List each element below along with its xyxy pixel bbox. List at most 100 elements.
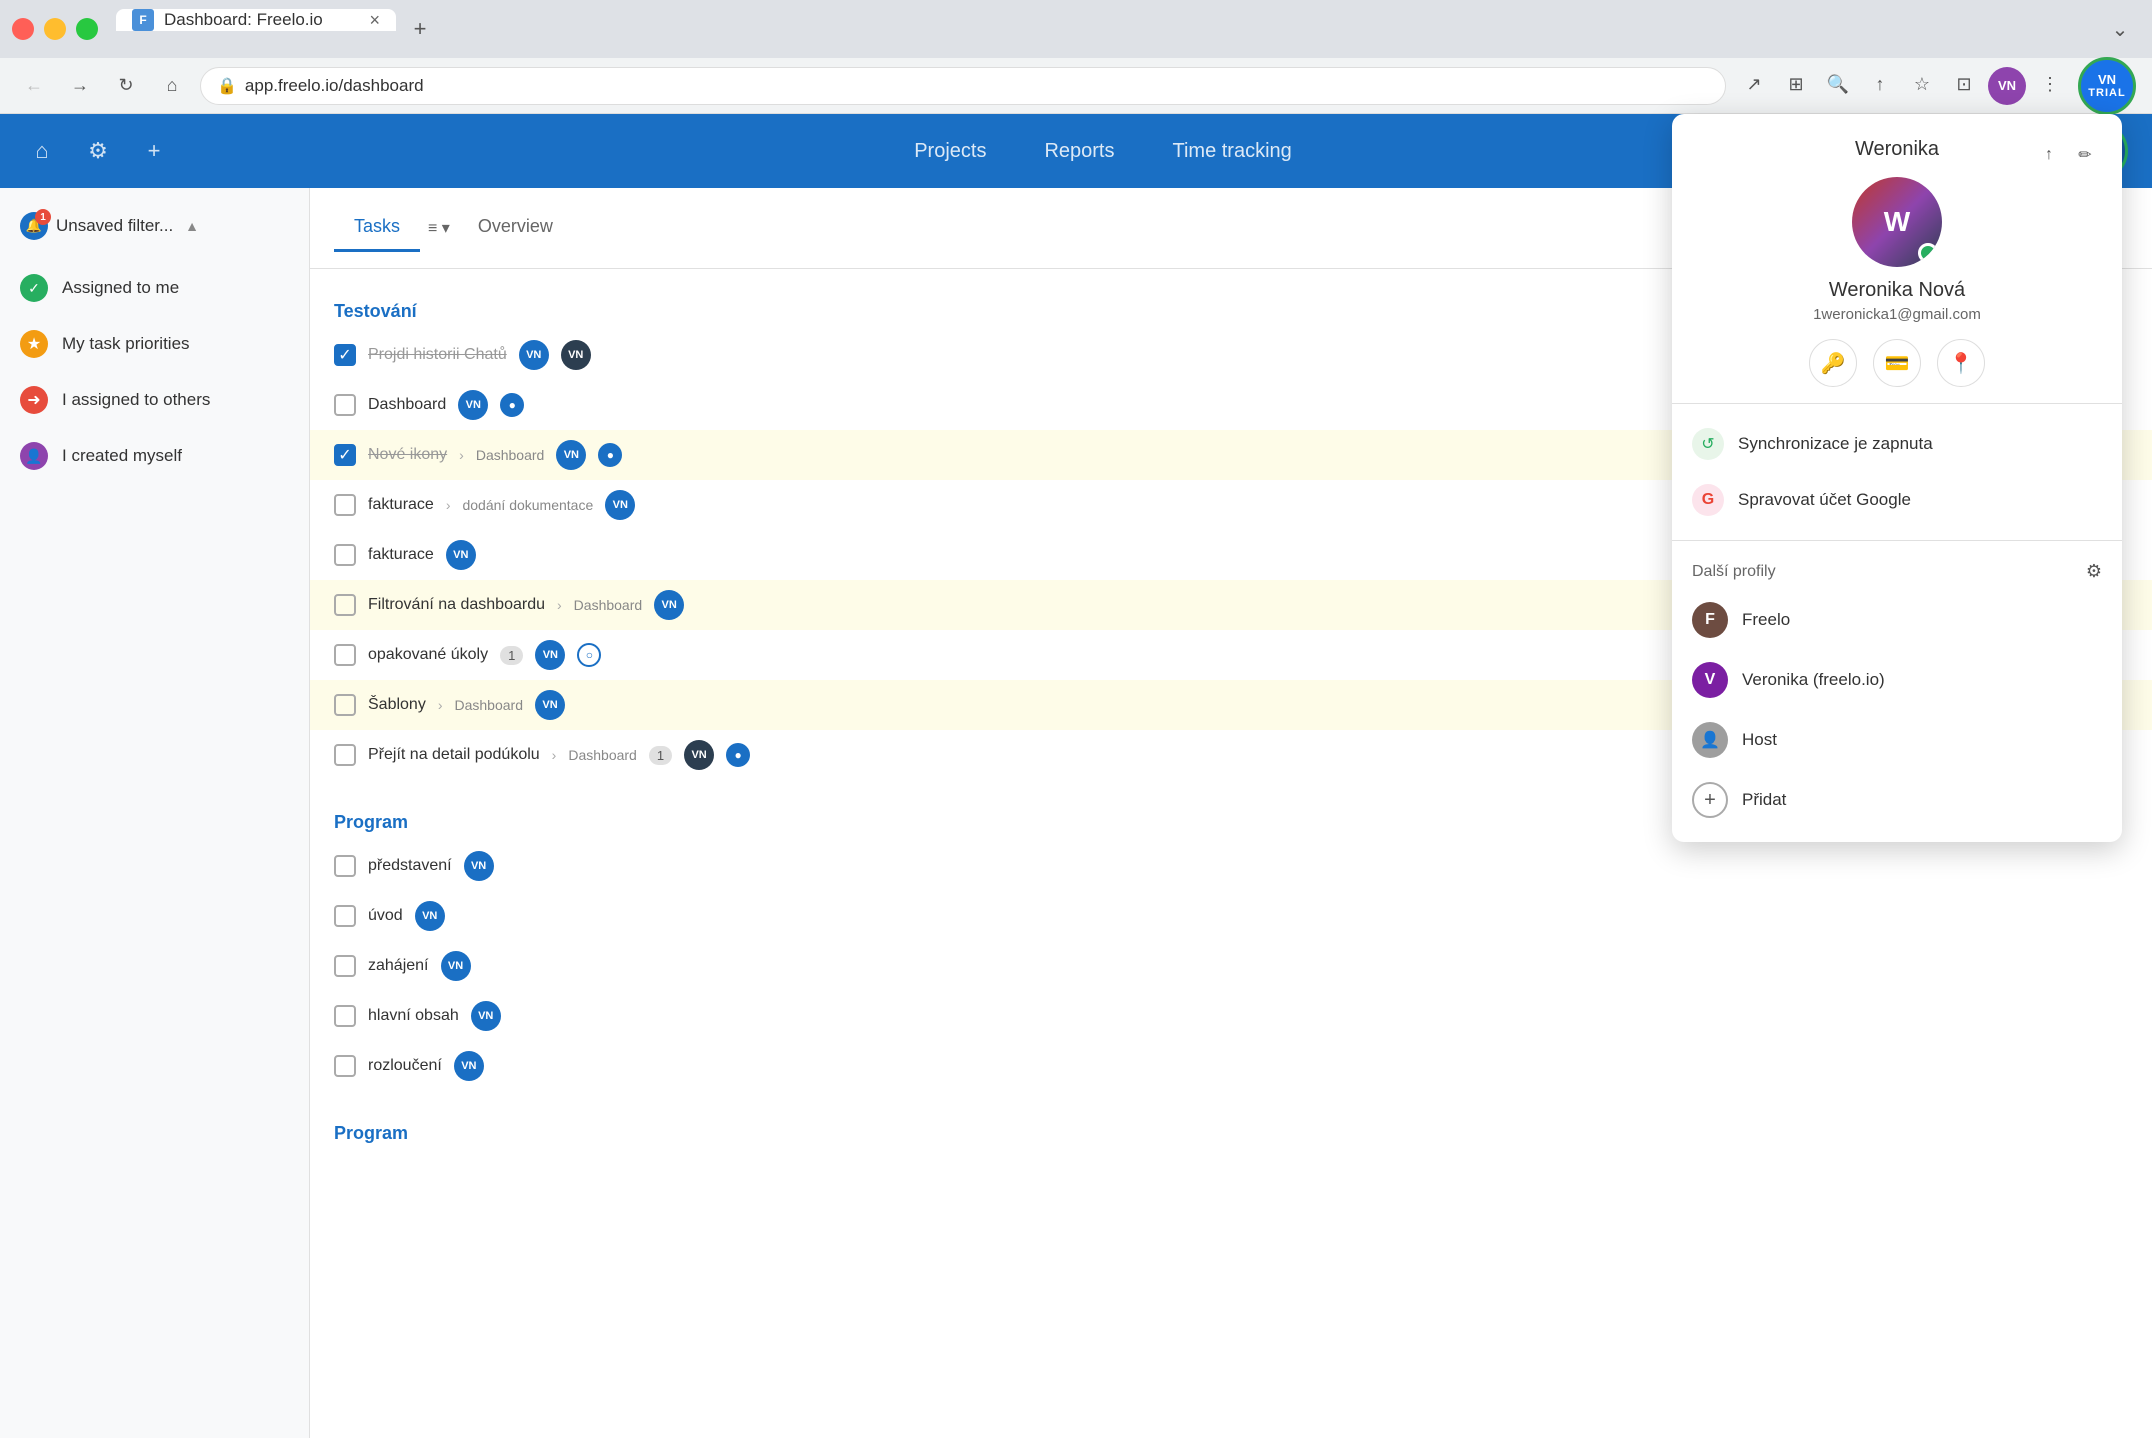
- profile-action-icons: 🔑 💳 📍: [1696, 339, 2098, 387]
- avatar-chip: VN: [535, 640, 565, 670]
- notification-bell[interactable]: 🔔 1: [20, 212, 48, 240]
- google-account-menu-item[interactable]: G Spravovat účet Google: [1672, 472, 2122, 528]
- active-tab[interactable]: F Dashboard: Freelo.io ×: [116, 9, 396, 31]
- i-created-myself-label: I created myself: [62, 446, 182, 466]
- profile-key-button[interactable]: 🔑: [1809, 339, 1857, 387]
- sidebar-item-i-created-myself[interactable]: 👤 I created myself: [0, 428, 309, 484]
- task-name: Nové ikony: [368, 446, 447, 464]
- nav-home-icon[interactable]: ⌂: [24, 133, 60, 169]
- traffic-lights: [12, 18, 98, 40]
- profile-edit-button[interactable]: ✏: [2068, 138, 2102, 172]
- search-button[interactable]: 🔍: [1820, 67, 1856, 103]
- nav-projects[interactable]: Projects: [910, 132, 990, 171]
- task-checkbox[interactable]: [334, 955, 356, 977]
- toolbar-actions: ↗ ⊞ 🔍 ↑ ☆ ⊡ VN ⋮: [1736, 67, 2068, 105]
- task-checkbox[interactable]: [334, 594, 356, 616]
- more-options-button[interactable]: ⋮: [2032, 67, 2068, 103]
- avatar-chip: VN: [446, 540, 476, 570]
- translate-button[interactable]: ⊞: [1778, 67, 1814, 103]
- assigned-to-me-dot: ✓: [20, 274, 48, 302]
- bookmark-button[interactable]: ☆: [1904, 67, 1940, 103]
- tab-tasks[interactable]: Tasks: [334, 204, 420, 252]
- minimize-window-button[interactable]: [44, 18, 66, 40]
- tab-close-button[interactable]: ×: [369, 10, 380, 31]
- task-checkbox[interactable]: [334, 855, 356, 877]
- share-button[interactable]: ↑: [1862, 67, 1898, 103]
- nav-settings-icon[interactable]: ⚙: [80, 133, 116, 169]
- home-button[interactable]: ⌂: [154, 68, 190, 104]
- profile-share-button[interactable]: ↑: [2032, 138, 2066, 172]
- profile-avatar-large[interactable]: W: [1852, 177, 1942, 267]
- nav-add-icon[interactable]: +: [136, 133, 172, 169]
- tasks-filter-icon[interactable]: ≡ ▾: [420, 204, 458, 252]
- close-window-button[interactable]: [12, 18, 34, 40]
- task-checkbox[interactable]: [334, 494, 356, 516]
- avatar-chip: VN: [464, 851, 494, 881]
- sidebar-item-i-assigned-to-others[interactable]: ➜ I assigned to others: [0, 372, 309, 428]
- sidebar-filter-header[interactable]: 🔔 1 Unsaved filter... ▲: [0, 204, 309, 248]
- task-checkbox[interactable]: ✓: [334, 444, 356, 466]
- sidebar-button[interactable]: ⊡: [1946, 67, 1982, 103]
- task-checkbox[interactable]: [334, 544, 356, 566]
- task-item: představení VN: [310, 841, 2152, 891]
- assigned-to-me-label: Assigned to me: [62, 278, 179, 298]
- task-breadcrumb: Dashboard: [568, 747, 637, 763]
- avatar-chip: VN: [441, 951, 471, 981]
- nav-time-tracking[interactable]: Time tracking: [1168, 132, 1295, 171]
- freelo-avatar: F: [1692, 602, 1728, 638]
- nav-reports[interactable]: Reports: [1040, 132, 1118, 171]
- tab-bar: F Dashboard: Freelo.io × +: [116, 9, 2092, 49]
- profile-user-veronika[interactable]: V Veronika (freelo.io): [1672, 650, 2122, 710]
- task-name: Dashboard: [368, 396, 446, 414]
- maximize-window-button[interactable]: [76, 18, 98, 40]
- avatar-chip: VN: [605, 490, 635, 520]
- external-link-button[interactable]: ↗: [1736, 67, 1772, 103]
- forward-button[interactable]: →: [62, 68, 98, 104]
- task-checkbox[interactable]: ✓: [334, 344, 356, 366]
- task-checkbox[interactable]: [334, 744, 356, 766]
- sync-label: Synchronizace je zapnuta: [1738, 434, 1933, 454]
- profile-user-freelo[interactable]: F Freelo: [1672, 590, 2122, 650]
- task-checkbox[interactable]: [334, 694, 356, 716]
- task-item: hlavní obsah VN: [310, 991, 2152, 1041]
- trial-badge[interactable]: VN TRIAL: [2078, 57, 2136, 115]
- new-tab-button[interactable]: +: [400, 9, 440, 49]
- tab-overview[interactable]: Overview: [458, 204, 573, 252]
- task-count-badge: 1: [649, 746, 672, 765]
- browser-menu-button[interactable]: ⌄: [2100, 17, 2140, 42]
- task-name: rozloučení: [368, 1057, 442, 1075]
- address-bar[interactable]: 🔒 app.freelo.io/dashboard: [200, 67, 1726, 105]
- profiles-header: Další profily ⚙: [1672, 553, 2122, 590]
- task-checkbox[interactable]: [334, 394, 356, 416]
- reload-button[interactable]: ↻: [108, 68, 144, 104]
- sync-icon: ↺: [1692, 428, 1724, 460]
- task-breadcrumb: Dashboard: [455, 697, 524, 713]
- add-profile-item[interactable]: + Přidat: [1672, 770, 2122, 830]
- sync-menu-item[interactable]: ↺ Synchronizace je zapnuta: [1672, 416, 2122, 472]
- task-name: Šablony: [368, 696, 426, 714]
- task-checkbox[interactable]: [334, 1005, 356, 1027]
- profiles-settings-icon[interactable]: ⚙: [2086, 561, 2102, 582]
- sidebar-item-my-task-priorities[interactable]: ★ My task priorities: [0, 316, 309, 372]
- profile-dropdown: Weronika ✏ ↑ W Weronika Nová 1weronicka1…: [1672, 114, 2122, 842]
- task-name: opakované úkoly: [368, 646, 488, 664]
- avatar-chip: VN: [519, 340, 549, 370]
- profile-location-button[interactable]: 📍: [1937, 339, 1985, 387]
- avatar-chip: VN: [654, 590, 684, 620]
- browser-titlebar: F Dashboard: Freelo.io × + ⌄: [0, 0, 2152, 58]
- task-checkbox[interactable]: [334, 644, 356, 666]
- task-checkbox[interactable]: [334, 1055, 356, 1077]
- i-assigned-to-others-dot: ➜: [20, 386, 48, 414]
- sidebar-item-assigned-to-me[interactable]: ✓ Assigned to me: [0, 260, 309, 316]
- profile-card-button[interactable]: 💳: [1873, 339, 1921, 387]
- tab-title: Dashboard: Freelo.io: [164, 10, 359, 30]
- back-button[interactable]: ←: [16, 68, 52, 104]
- profile-user-host[interactable]: 👤 Host: [1672, 710, 2122, 770]
- task-checkbox[interactable]: [334, 905, 356, 927]
- group-header-program-2[interactable]: Program: [310, 1107, 2152, 1152]
- task-arrow: ›: [446, 497, 451, 513]
- content-tabs: Tasks ≡ ▾ Overview: [334, 204, 573, 252]
- task-arrow: ›: [459, 447, 464, 463]
- browser-profile-avatar[interactable]: VN: [1988, 67, 2026, 105]
- lock-icon: 🔒: [217, 76, 237, 96]
